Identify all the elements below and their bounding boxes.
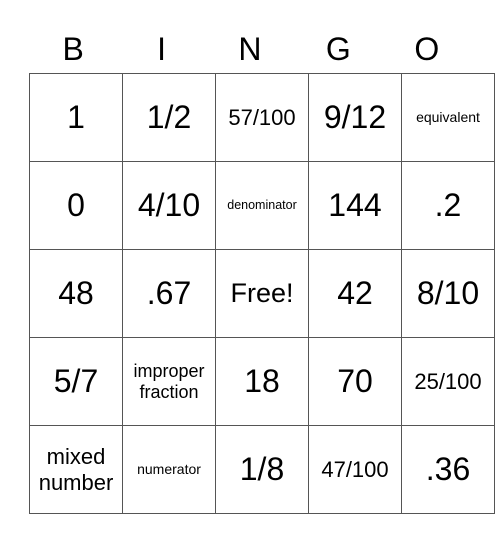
header-letter-g: G [325, 31, 351, 67]
bingo-cell[interactable]: 1/8 [215, 425, 309, 514]
bingo-cell[interactable]: 70 [308, 337, 402, 426]
bingo-row: 5/7 improper fraction 18 70 25/100 [29, 337, 495, 426]
bingo-cell[interactable]: 9/12 [308, 73, 402, 162]
bingo-cell[interactable]: 1 [29, 73, 123, 162]
bingo-cell[interactable]: 42 [308, 249, 402, 338]
header-letter-n: N [238, 31, 262, 67]
bingo-row: mixed number numerator 1/8 47/100.36 [29, 425, 495, 514]
bingo-cell[interactable]: 5/7 [29, 337, 123, 426]
bingo-cell[interactable]: improper fraction [122, 337, 216, 426]
bingo-header: B I N G O [29, 26, 471, 72]
bingo-cell[interactable]: 8/10 [401, 249, 495, 338]
bingo-cell[interactable]: .67 [122, 249, 216, 338]
bingo-cell[interactable]: 18 [215, 337, 309, 426]
bingo-cell[interactable]: 57/100 [215, 73, 309, 162]
bingo-row: 48.67 Free! 42 8/10 [29, 249, 495, 338]
bingo-cell[interactable]: equivalent [401, 73, 495, 162]
bingo-grid: 1 1/2 57/100 9/12 equivalent 0 4/10 denominator… [29, 73, 495, 514]
bingo-cell[interactable]: mixed number [29, 425, 123, 514]
header-letter-b: B [62, 31, 84, 67]
bingo-cell[interactable]: 0 [29, 161, 123, 250]
bingo-cell[interactable]: denominator [215, 161, 309, 250]
bingo-cell[interactable]: 1/2 [122, 73, 216, 162]
bingo-row: 1 1/2 57/100 9/12 equivalent [29, 73, 495, 162]
bingo-cell[interactable]: .2 [401, 161, 495, 250]
header-letter-i: I [157, 31, 167, 67]
bingo-cell[interactable]: 47/100 [308, 425, 402, 514]
bingo-cell[interactable]: 25/100 [401, 337, 495, 426]
bingo-cell[interactable]: 4/10 [122, 161, 216, 250]
bingo-cell[interactable]: 48 [29, 249, 123, 338]
bingo-cell[interactable]: 144 [308, 161, 402, 250]
header-letter-o: O [414, 31, 440, 67]
bingo-row: 0 4/10 denominator 144.2 [29, 161, 495, 250]
bingo-cell[interactable]: .36 [401, 425, 495, 514]
bingo-cell[interactable]: Free! [215, 249, 309, 338]
bingo-cell[interactable]: numerator [122, 425, 216, 514]
